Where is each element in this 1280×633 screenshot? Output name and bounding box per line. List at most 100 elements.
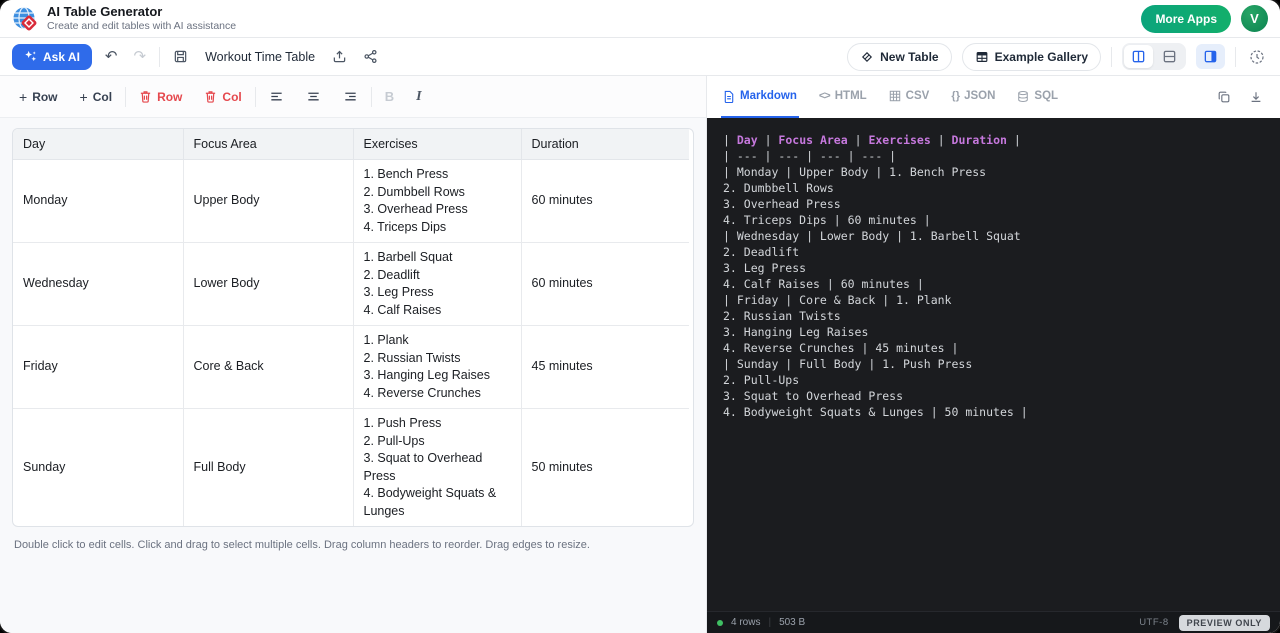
toolbar-divider — [125, 86, 127, 107]
delete-col-label: Col — [222, 89, 242, 104]
italic-button[interactable]: I — [407, 83, 430, 111]
export-panel: Markdown <> HTML CSV { } JSON SQL | Day … — [706, 76, 1280, 633]
exercise-line: 1. Plank — [363, 333, 409, 347]
code-line: 4. Triceps Dips | 60 minutes | — [723, 213, 931, 227]
panel-right-toggle[interactable] — [1196, 44, 1225, 69]
tab-csv-label: CSV — [905, 90, 930, 102]
duration-cell[interactable]: 60 minutes — [520, 242, 689, 326]
page-title: AI Table Generator — [47, 4, 163, 19]
split-horizontal-toggle[interactable] — [1155, 45, 1184, 68]
redo-icon: ↷ — [133, 48, 147, 65]
focus-area-cell[interactable]: Core & Back — [182, 325, 354, 409]
split-vertical-toggle[interactable] — [1124, 45, 1153, 68]
avatar[interactable]: V — [1241, 5, 1268, 32]
code-line: 3. Squat to Overhead Press — [723, 389, 904, 403]
add-col-button[interactable]: + Col — [71, 84, 122, 110]
day-cell[interactable]: Sunday — [13, 408, 184, 526]
align-right-icon — [345, 92, 356, 101]
export-statusbar: 4 rows | 503 B UTF-8 PREVIEW ONLY — [707, 611, 1280, 633]
code-line: 3. Overhead Press — [723, 197, 841, 211]
column-header[interactable]: Focus Area — [182, 129, 354, 160]
tab-html[interactable]: <> HTML — [817, 76, 869, 118]
exercise-line: 4. Triceps Dips — [363, 219, 447, 234]
code-line: 3. Hanging Leg Raises — [723, 325, 869, 339]
tab-sql[interactable]: SQL — [1015, 76, 1060, 118]
tab-json[interactable]: { } JSON — [949, 76, 997, 118]
align-center-button[interactable] — [297, 83, 330, 110]
duration-cell[interactable]: 45 minutes — [520, 325, 689, 409]
add-row-label: Row — [32, 89, 58, 104]
history-button[interactable] — [1246, 46, 1268, 68]
undo-button[interactable]: ↶ — [102, 46, 121, 67]
tab-csv[interactable]: CSV — [887, 76, 932, 118]
exercises-cell[interactable]: 1. Plank 2. Russian Twists 3. Hanging Leg … — [352, 325, 522, 409]
download-button[interactable] — [1246, 87, 1266, 107]
code-line: 4. Reverse Crunches | 45 minutes | — [723, 341, 959, 355]
add-row-button[interactable]: + Row — [10, 84, 67, 110]
duration-cell[interactable]: 50 minutes — [520, 408, 689, 526]
markdown-file-icon — [724, 90, 734, 103]
exercise-line: 2. Russian Twists — [363, 350, 461, 365]
table-editor-panel: + Row + Col Row Col B I Day Focus Area E… — [0, 76, 706, 633]
new-table-button[interactable]: New Table — [847, 42, 952, 71]
table-row: Monday Upper Body 1. Bench Press 2. Dumbbel… — [13, 159, 689, 243]
column-header[interactable]: Exercises — [352, 129, 522, 160]
align-left-icon — [271, 92, 282, 101]
exercises-cell[interactable]: 1. Barbell Squat 2. Deadlift 3. Leg Press 4… — [352, 242, 522, 326]
table-help-text: Double click to edit cells. Click and dr… — [14, 539, 590, 551]
copy-button[interactable] — [1214, 87, 1234, 107]
export-icon — [333, 50, 346, 63]
focus-area-cell[interactable]: Lower Body — [182, 242, 354, 326]
code-line: 2. Deadlift — [723, 245, 800, 259]
focus-area-cell[interactable]: Upper Body — [182, 159, 354, 243]
ask-ai-button[interactable]: Ask AI — [12, 43, 92, 70]
main-content: + Row + Col Row Col B I Day Focus Area E… — [0, 76, 1280, 633]
more-apps-button[interactable]: More Apps — [1141, 4, 1231, 33]
preview-only-badge: PREVIEW ONLY — [1178, 614, 1270, 631]
column-header[interactable]: Day — [13, 129, 184, 160]
delete-row-button[interactable]: Row — [130, 84, 191, 110]
redo-button[interactable]: ↷ — [130, 46, 149, 67]
markdown-code-view[interactable]: | Day | Focus Area | Exercises | Duratio… — [707, 118, 1280, 611]
tab-json-label: JSON — [964, 90, 996, 102]
toolbar-divider — [1235, 46, 1236, 67]
align-right-button[interactable] — [334, 83, 367, 110]
toolbar-divider — [370, 86, 372, 107]
delete-col-button[interactable]: Col — [195, 84, 250, 110]
tab-sql-label: SQL — [1034, 90, 1059, 102]
day-cell[interactable]: Monday — [13, 159, 184, 243]
share-button[interactable] — [360, 46, 381, 67]
layout-segmented-control — [1122, 43, 1186, 70]
align-left-button[interactable] — [260, 83, 293, 110]
new-table-label: New Table — [880, 49, 939, 64]
table-header-row: Day Focus Area Exercises Duration — [13, 129, 689, 160]
exercise-line: 3. Hanging Leg Raises — [363, 368, 490, 382]
export-tabbar: Markdown <> HTML CSV { } JSON SQL — [707, 76, 1280, 118]
page-subtitle: Create and edit tables with AI assistanc… — [47, 19, 237, 32]
duration-cell[interactable]: 60 minutes — [520, 159, 689, 243]
example-gallery-button[interactable]: Example Gallery — [961, 42, 1101, 71]
day-cell[interactable]: Friday — [13, 325, 184, 409]
app-header: AI Table Generator Create and edit table… — [0, 0, 1280, 38]
bold-button[interactable]: B — [376, 83, 403, 110]
sparkles-icon — [25, 50, 37, 62]
data-table[interactable]: Day Focus Area Exercises Duration Monday Upp… — [13, 129, 689, 526]
focus-area-cell[interactable]: Full Body — [182, 408, 354, 526]
day-cell[interactable]: Wednesday — [13, 242, 184, 326]
tab-markdown[interactable]: Markdown — [721, 76, 799, 118]
code-line: 2. Dumbbell Rows — [723, 181, 834, 195]
export-actions — [1214, 76, 1266, 118]
exercises-cell[interactable]: 1. Push Press 2. Pull-Ups 3. Squat to Over… — [352, 408, 522, 526]
column-header[interactable]: Duration — [520, 129, 689, 160]
exercise-line: 1. Bench Press — [363, 167, 449, 181]
export-button[interactable] — [329, 46, 350, 67]
exercises-cell[interactable]: 1. Bench Press 2. Dumbbell Rows 3. Overhea… — [352, 159, 522, 243]
exercise-line: 3. Overhead Press — [363, 202, 468, 216]
code-line-header: | Day | Focus Area | Exercises | Duratio… — [723, 133, 1021, 147]
undo-icon: ↶ — [104, 48, 118, 65]
document-title[interactable]: Workout Time Table — [205, 50, 315, 64]
example-gallery-label: Example Gallery — [994, 49, 1088, 64]
save-button[interactable] — [170, 46, 191, 67]
add-col-label: Col — [92, 89, 113, 104]
data-table-card: Day Focus Area Exercises Duration Monday Upp… — [12, 128, 694, 527]
